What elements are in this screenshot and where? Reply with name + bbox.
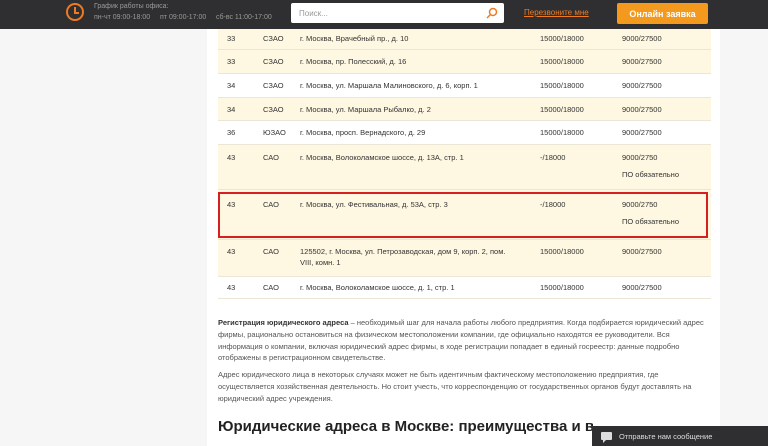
highlight-frame bbox=[218, 192, 708, 238]
cell-district: СЗАО bbox=[263, 105, 284, 114]
table-row: 33 СЗАО г. Москва, пр. Полесский, д. 16 … bbox=[218, 50, 711, 74]
online-request-button[interactable]: Онлайн заявка bbox=[617, 3, 708, 24]
cell-note: ПО обязательно bbox=[622, 170, 679, 179]
cell-price-alt: 9000/27500 bbox=[622, 283, 662, 292]
paragraph-registration: Регистрация юридического адреса – необхо… bbox=[218, 317, 708, 364]
schedule-title: График работы офиса: bbox=[94, 3, 169, 10]
cell-price: 15000/18000 bbox=[540, 247, 584, 256]
cell-number: 43 bbox=[227, 283, 236, 292]
cell-address: г. Москва, Волоколамское шоссе, д. 13А, … bbox=[300, 153, 464, 162]
cell-price: 15000/18000 bbox=[540, 34, 584, 43]
cell-price-alt: 9000/27500 bbox=[622, 81, 662, 90]
cell-number: 43 bbox=[227, 153, 236, 162]
cell-district: САО bbox=[263, 283, 279, 292]
cell-price-alt: 9000/27500 bbox=[622, 247, 662, 256]
cell-district: САО bbox=[263, 153, 279, 162]
schedule-weekdays: пн-чт 09:00-18:00 bbox=[94, 14, 151, 21]
cell-number: 33 bbox=[227, 34, 236, 43]
cell-district: СЗАО bbox=[263, 34, 284, 43]
cell-price: 15000/18000 bbox=[540, 105, 584, 114]
cell-address: г. Москва, просп. Вернадского, д. 29 bbox=[300, 128, 426, 137]
table-row: 43 САО г. Москва, Волоколамское шоссе, д… bbox=[218, 145, 711, 190]
cell-district: СЗАО bbox=[263, 81, 284, 90]
cell-number: 43 bbox=[227, 247, 236, 256]
table-row: 34 СЗАО г. Москва, ул. Маршала Малиновск… bbox=[218, 74, 711, 98]
callback-link[interactable]: Перезвоните мне bbox=[524, 8, 589, 17]
chat-widget[interactable]: Отправьте нам сообщение bbox=[592, 426, 768, 446]
cell-district: САО bbox=[263, 247, 279, 256]
schedule-friday: пт 09:00-17:00 bbox=[160, 14, 207, 21]
cell-address: г. Москва, Волоколамское шоссе, д. 1, ст… bbox=[300, 283, 455, 292]
schedule-weekend: сб-вс 11:00-17:00 bbox=[216, 14, 272, 21]
cell-address: 125502, г. Москва, ул. Петрозаводская, д… bbox=[300, 247, 506, 267]
cell-number: 34 bbox=[227, 105, 236, 114]
search-input[interactable] bbox=[299, 3, 478, 24]
search-icon[interactable] bbox=[486, 7, 498, 19]
search-box bbox=[291, 3, 504, 24]
cell-address: г. Москва, ул. Маршала Рыбалко, д. 2 bbox=[300, 105, 431, 114]
cell-price: 15000/18000 bbox=[540, 128, 584, 137]
cell-address: г. Москва, пр. Полесский, д. 16 bbox=[300, 57, 407, 66]
cell-price: 15000/18000 bbox=[540, 81, 584, 90]
section-heading: Юридические адреса в Москве: преимуществ… bbox=[218, 418, 593, 435]
clock-icon bbox=[66, 3, 84, 21]
cell-price-alt: 9000/2750 bbox=[622, 153, 658, 162]
cell-address: г. Москва, ул. Маршала Малиновского, д. … bbox=[300, 81, 478, 90]
chat-bubble-icon bbox=[601, 432, 612, 443]
cell-price-alt: 9000/27500 bbox=[622, 105, 662, 114]
chat-label: Отправьте нам сообщение bbox=[619, 432, 713, 441]
cell-number: 34 bbox=[227, 81, 236, 90]
cell-price: -/18000 bbox=[540, 153, 566, 162]
cell-number: 33 bbox=[227, 57, 236, 66]
table-row: 36 ЮЗАО г. Москва, просп. Вернадского, д… bbox=[218, 121, 711, 145]
top-bar: График работы офиса: пн-чт 09:00-18:00 п… bbox=[0, 0, 768, 29]
table-row: 34 СЗАО г. Москва, ул. Маршала Рыбалко, … bbox=[218, 98, 711, 121]
cell-number: 36 bbox=[227, 128, 236, 137]
cell-price-alt: 9000/27500 bbox=[622, 57, 662, 66]
paragraph-legal-address: Адрес юридического лица в некоторых случ… bbox=[218, 370, 692, 403]
cell-district: ЮЗАО bbox=[263, 128, 286, 137]
cell-price-alt: 9000/27500 bbox=[622, 128, 662, 137]
table-row: 43 САО 125502, г. Москва, ул. Петрозавод… bbox=[218, 240, 711, 277]
table-row: 33 СЗАО г. Москва, Врачебный пр., д. 10 … bbox=[218, 29, 711, 50]
cell-price-alt: 9000/27500 bbox=[622, 34, 662, 43]
cell-address: г. Москва, Врачебный пр., д. 10 bbox=[300, 34, 409, 43]
cell-district: СЗАО bbox=[263, 57, 284, 66]
cell-price: 15000/18000 bbox=[540, 283, 584, 292]
table-row: 43 САО г. Москва, Волоколамское шоссе, д… bbox=[218, 277, 711, 299]
paragraph-bold-lead: Регистрация юридического адреса bbox=[218, 318, 349, 327]
cell-price: 15000/18000 bbox=[540, 57, 584, 66]
